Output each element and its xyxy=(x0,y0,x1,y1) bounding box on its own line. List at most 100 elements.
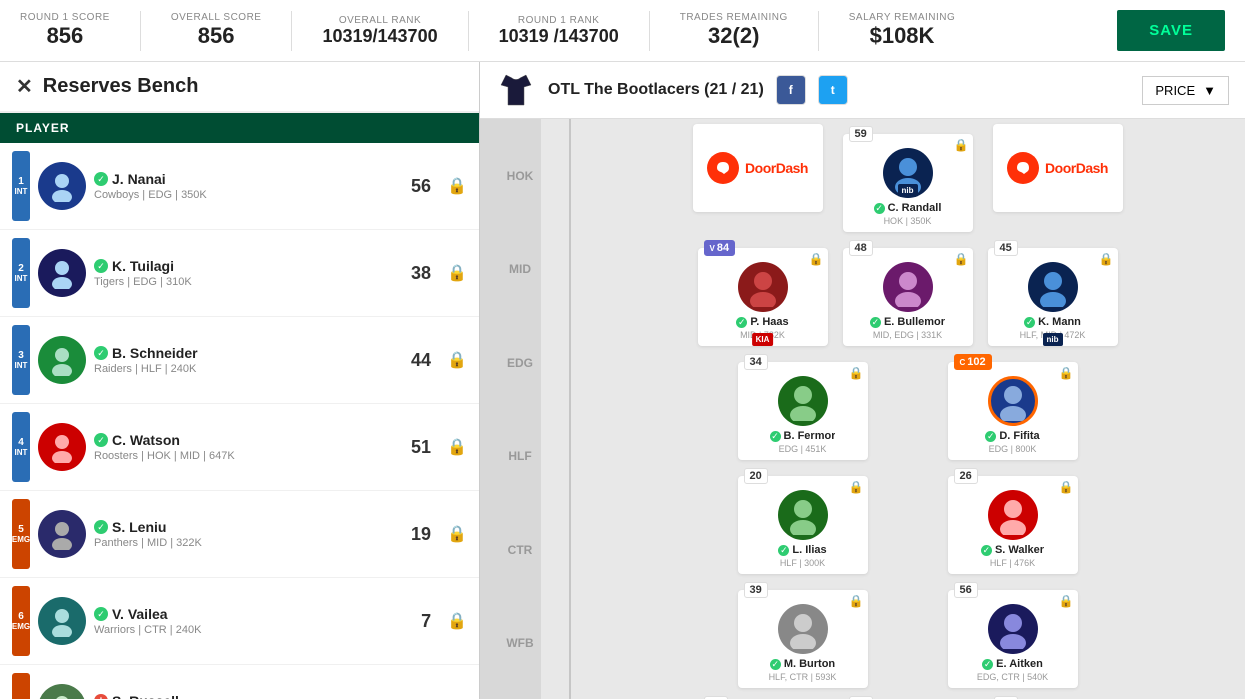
player-info: V. Vailea Warriors | CTR | 240K xyxy=(94,606,393,636)
walker-score: 26 xyxy=(954,468,978,484)
ilias-status: L. Ilias xyxy=(744,544,862,556)
overall-rank-label: OVERALL RANK xyxy=(339,15,421,26)
list-item: 7EMG S. Russell Eels | WFB | 260K 41 🔒 xyxy=(0,665,479,699)
trades-remaining-label: TRADES REMAINING xyxy=(680,12,788,23)
hok-score: 59 xyxy=(849,126,873,142)
overall-score-stat: OVERALL SCORE 856 xyxy=(171,12,262,49)
close-icon[interactable]: ✕ xyxy=(16,74,33,99)
doordash-logo-right: DoorDash xyxy=(1007,152,1108,184)
player-score: 19 xyxy=(401,524,431,545)
aitken-status: E. Aitken xyxy=(954,658,1072,670)
mann-status: K. Mann xyxy=(994,316,1112,328)
player-info: B. Schneider Raiders | HLF | 240K xyxy=(94,345,393,375)
player-card-meta: EDG | 800K xyxy=(954,444,1072,454)
edg-player-card-fermor[interactable]: 34 🔒 B. Fermor EDG | 451K xyxy=(738,362,868,460)
player-card-name: K. Mann xyxy=(1038,316,1081,328)
mid-player-card-haas[interactable]: V84 🔒 KIA P. Haas MID | 782K xyxy=(698,248,828,346)
player-card-name: L. Ilias xyxy=(792,544,826,556)
edg-row: 34 🔒 B. Fermor EDG | 451K xyxy=(580,352,1235,460)
status-icon xyxy=(94,172,108,186)
player-score: 51 xyxy=(401,437,431,458)
player-score: 7 xyxy=(401,611,431,632)
field-panel: OTL The Bootlacers (21 / 21) f t PRICE ▼… xyxy=(480,62,1245,699)
doordash-text: DoorDash xyxy=(745,160,808,176)
avatar xyxy=(38,162,86,210)
player-name: V. Vailea xyxy=(112,606,168,622)
mid-player-card-mann[interactable]: 45 🔒 nib K. Mann HLF, MID | 472K xyxy=(988,248,1118,346)
left-sponsor-card: DoorDash xyxy=(693,124,823,212)
overall-rank-value: 10319/143700 xyxy=(322,26,437,47)
mid-player-card-bullemor[interactable]: 48 🔒 E. Bullemor MID, EDG | 331K xyxy=(843,248,973,346)
hlf-player-card-ilias[interactable]: 20 🔒 L. Ilias HLF | 300K xyxy=(738,476,868,574)
list-item: 3INT B. Schneider Raiders | HLF | 240K 4… xyxy=(0,317,479,404)
player-info: J. Nanai Cowboys | EDG | 350K xyxy=(94,171,393,201)
avatar xyxy=(778,376,828,426)
ctr-player-card-burton[interactable]: 39 🔒 M. Burton HLF, CTR | 593K xyxy=(738,590,868,688)
reserves-title: Reserves Bench xyxy=(43,75,199,98)
avatar xyxy=(988,490,1038,540)
twitter-button[interactable]: t xyxy=(818,75,848,105)
lock-icon: 🔒 xyxy=(849,480,864,494)
status-icon xyxy=(981,545,992,556)
hok-player-card[interactable]: 59 🔒 nib C. Randall HOK | 350K xyxy=(843,134,973,232)
hlf-row: 20 🔒 L. Ilias HLF | 300K 26 xyxy=(580,466,1235,574)
lock-icon: 🔒 xyxy=(849,594,864,608)
slot-7-label: 7EMG xyxy=(12,673,30,699)
round1-score-label: ROUND 1 SCORE xyxy=(20,12,110,23)
player-info: K. Tuilagi Tigers | EDG | 310K xyxy=(94,258,393,288)
lock-icon: 🔒 xyxy=(447,263,467,283)
status-icon xyxy=(874,203,885,214)
status-icon xyxy=(94,433,108,447)
facebook-button[interactable]: f xyxy=(776,75,806,105)
field-top-bar: OTL The Bootlacers (21 / 21) f t PRICE ▼ xyxy=(480,62,1245,119)
avatar: nib xyxy=(883,148,933,198)
status-icon xyxy=(985,431,996,442)
player-card-meta: EDG | 451K xyxy=(744,444,862,454)
lock-icon: 🔒 xyxy=(447,176,467,196)
save-button[interactable]: SAVE xyxy=(1117,10,1225,51)
ctr-player-card-aitken[interactable]: 56 🔒 E. Aitken EDG, CTR | 540K xyxy=(948,590,1078,688)
doordash-logo-left: DoorDash xyxy=(707,152,808,184)
avatar xyxy=(38,423,86,471)
slot-1-label: 1INT xyxy=(12,151,30,221)
player-status-name: S. Leniu xyxy=(94,519,393,535)
main-layout: ✕ Reserves Bench PLAYER 1INT J. Nanai Co… xyxy=(0,62,1245,699)
lock-icon: 🔒 xyxy=(1059,594,1074,608)
overall-score-label: OVERALL SCORE xyxy=(171,12,262,23)
price-select[interactable]: PRICE ▼ xyxy=(1142,76,1229,105)
divider-2 xyxy=(291,11,292,51)
status-icon xyxy=(94,346,108,360)
avatar xyxy=(38,336,86,384)
status-icon xyxy=(94,520,108,534)
player-card-name: B. Fermor xyxy=(784,430,836,442)
divider-3 xyxy=(468,11,469,51)
player-name: S. Russell xyxy=(112,693,179,699)
zone-mid: MID xyxy=(480,258,560,280)
player-meta: Roosters | HOK | MID | 647K xyxy=(94,450,393,462)
player-meta: Panthers | MID | 322K xyxy=(94,537,393,549)
status-icon xyxy=(94,259,108,273)
player-name: C. Watson xyxy=(112,432,180,448)
fermor-score: 34 xyxy=(744,354,768,370)
zone-hlf: HLF xyxy=(480,445,560,467)
aitken-score: 56 xyxy=(954,582,978,598)
chevron-down-icon: ▼ xyxy=(1203,83,1216,98)
player-card-meta: MID, EDG | 331K xyxy=(849,330,967,340)
player-status-name: S. Russell xyxy=(94,693,393,699)
player-card-name: M. Burton xyxy=(784,658,835,670)
reserves-panel: ✕ Reserves Bench PLAYER 1INT J. Nanai Co… xyxy=(0,62,480,699)
zone-hok: HOK xyxy=(480,165,560,187)
avatar xyxy=(988,376,1038,426)
round1-rank-label: ROUND 1 RANK xyxy=(518,15,600,26)
divider-4 xyxy=(649,11,650,51)
avatar xyxy=(38,597,86,645)
player-name: B. Schneider xyxy=(112,345,198,361)
player-status-name: V. Vailea xyxy=(94,606,393,622)
ilias-score: 20 xyxy=(744,468,768,484)
player-card-meta: HLF | 300K xyxy=(744,558,862,568)
player-card-name: E. Aitken xyxy=(996,658,1043,670)
player-card-name: P. Haas xyxy=(750,316,788,328)
overall-score-value: 856 xyxy=(198,23,235,49)
hlf-player-card-walker[interactable]: 26 🔒 S. Walker HLF | 476K xyxy=(948,476,1078,574)
edg-player-card-fifita[interactable]: C102 🔒 D. Fifita EDG | 800K xyxy=(948,362,1078,460)
